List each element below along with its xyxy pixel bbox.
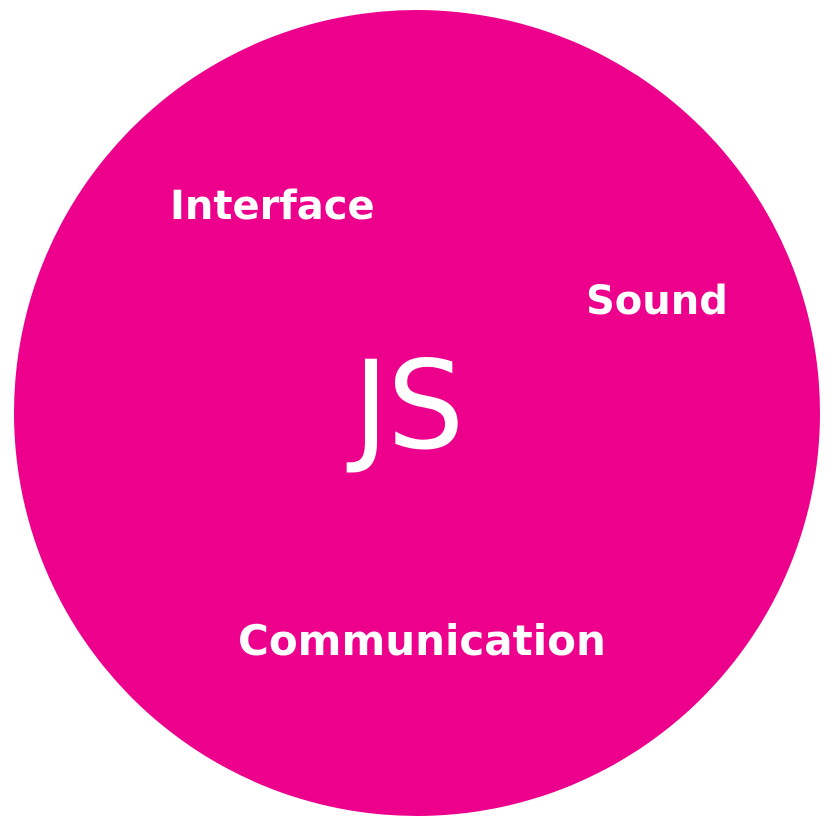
communication-label: Communication [238, 616, 606, 665]
interface-label: Interface [170, 183, 375, 229]
sound-label: Sound [586, 278, 728, 324]
js-center-label: JS [353, 335, 464, 477]
